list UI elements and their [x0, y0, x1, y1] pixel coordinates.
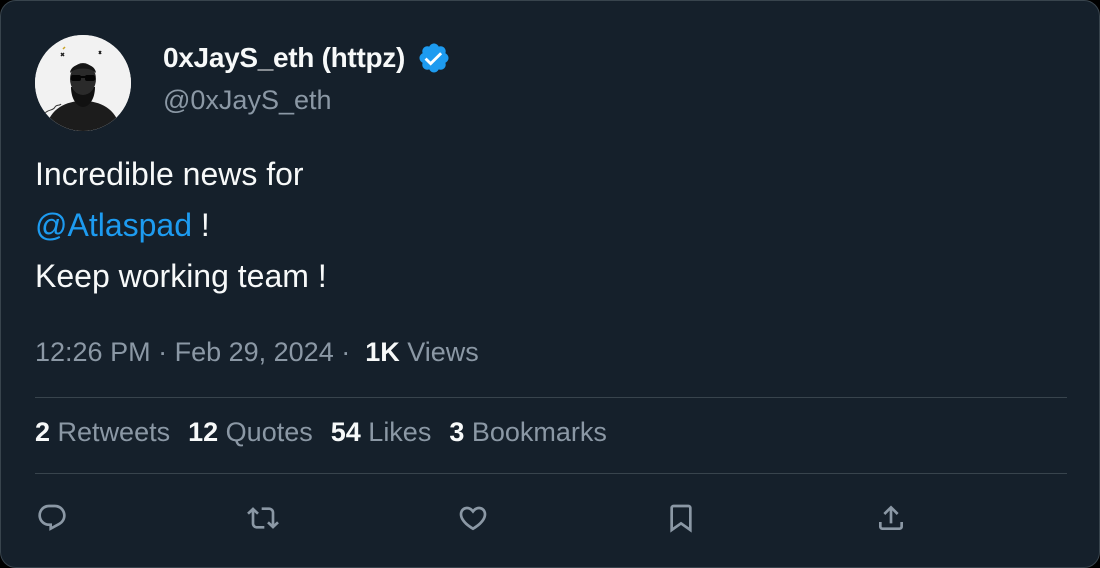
- author-name-row: 0xJayS_eth (httpz): [163, 40, 451, 76]
- bookmark-button[interactable]: [660, 497, 702, 539]
- action-bar: [1, 497, 1100, 539]
- author-handle[interactable]: @0xJayS_eth: [163, 85, 332, 116]
- views-label: Views: [407, 337, 479, 367]
- views-spacer: [400, 337, 408, 368]
- retweet-icon: [247, 507, 279, 529]
- bookmarks-count: 3: [449, 417, 465, 447]
- tweet-text: Incredible news for @Atlaspad ! Keep wor…: [35, 149, 327, 302]
- meta-separator: ·: [333, 337, 366, 367]
- tweet-text-line-2: @Atlaspad !: [35, 200, 327, 251]
- views-count: 1K: [365, 337, 400, 367]
- bookmarks-label: Bookmarks: [471, 417, 607, 447]
- profile-avatar[interactable]: [35, 35, 131, 131]
- tweet-time[interactable]: 12:26 PM: [35, 337, 151, 368]
- divider: [35, 473, 1067, 474]
- retweets-label: Retweets: [57, 417, 171, 447]
- likes-label: Likes: [368, 417, 432, 447]
- divider: [35, 397, 1067, 398]
- tweet-text-exclamation: !: [192, 207, 210, 243]
- like-icon: [459, 506, 487, 531]
- retweet-button[interactable]: [242, 497, 284, 539]
- like-button[interactable]: [452, 497, 494, 539]
- tweet-card: 0xJayS_eth (httpz) @0xJayS_eth Incredibl…: [0, 0, 1100, 568]
- meta-separator: ·: [150, 337, 175, 367]
- share-button[interactable]: [870, 497, 912, 539]
- reply-button[interactable]: [31, 497, 73, 539]
- quotes-label: Quotes: [225, 417, 313, 447]
- tweet-text-line-3: Keep working team !: [35, 258, 327, 294]
- display-name[interactable]: 0xJayS_eth (httpz): [163, 42, 405, 74]
- tweet-text-line-1: Incredible news for: [35, 156, 304, 192]
- share-icon: [879, 505, 903, 530]
- retweets-stat[interactable]: 2 Retweets: [35, 417, 170, 448]
- bookmark-icon: [670, 504, 692, 533]
- retweets-count: 2: [35, 417, 51, 447]
- tweet-date[interactable]: Feb 29, 2024: [175, 337, 334, 368]
- verified-badge-icon: [417, 41, 451, 75]
- likes-count: 54: [330, 417, 361, 447]
- bookmarks-stat[interactable]: 3 Bookmarks: [449, 417, 607, 448]
- tweet-meta: 12:26 PM · Feb 29, 2024 · 1K Views: [35, 337, 479, 368]
- engagement-stats: 2 Retweets 12 Quotes 54 Likes 3 Bookmark…: [35, 417, 625, 448]
- quotes-count: 12: [188, 417, 219, 447]
- mention-link[interactable]: @Atlaspad: [35, 207, 192, 243]
- avatar-image: [35, 35, 131, 131]
- reply-icon: [38, 504, 66, 531]
- quotes-stat[interactable]: 12 Quotes: [188, 417, 313, 448]
- likes-stat[interactable]: 54 Likes: [331, 417, 432, 448]
